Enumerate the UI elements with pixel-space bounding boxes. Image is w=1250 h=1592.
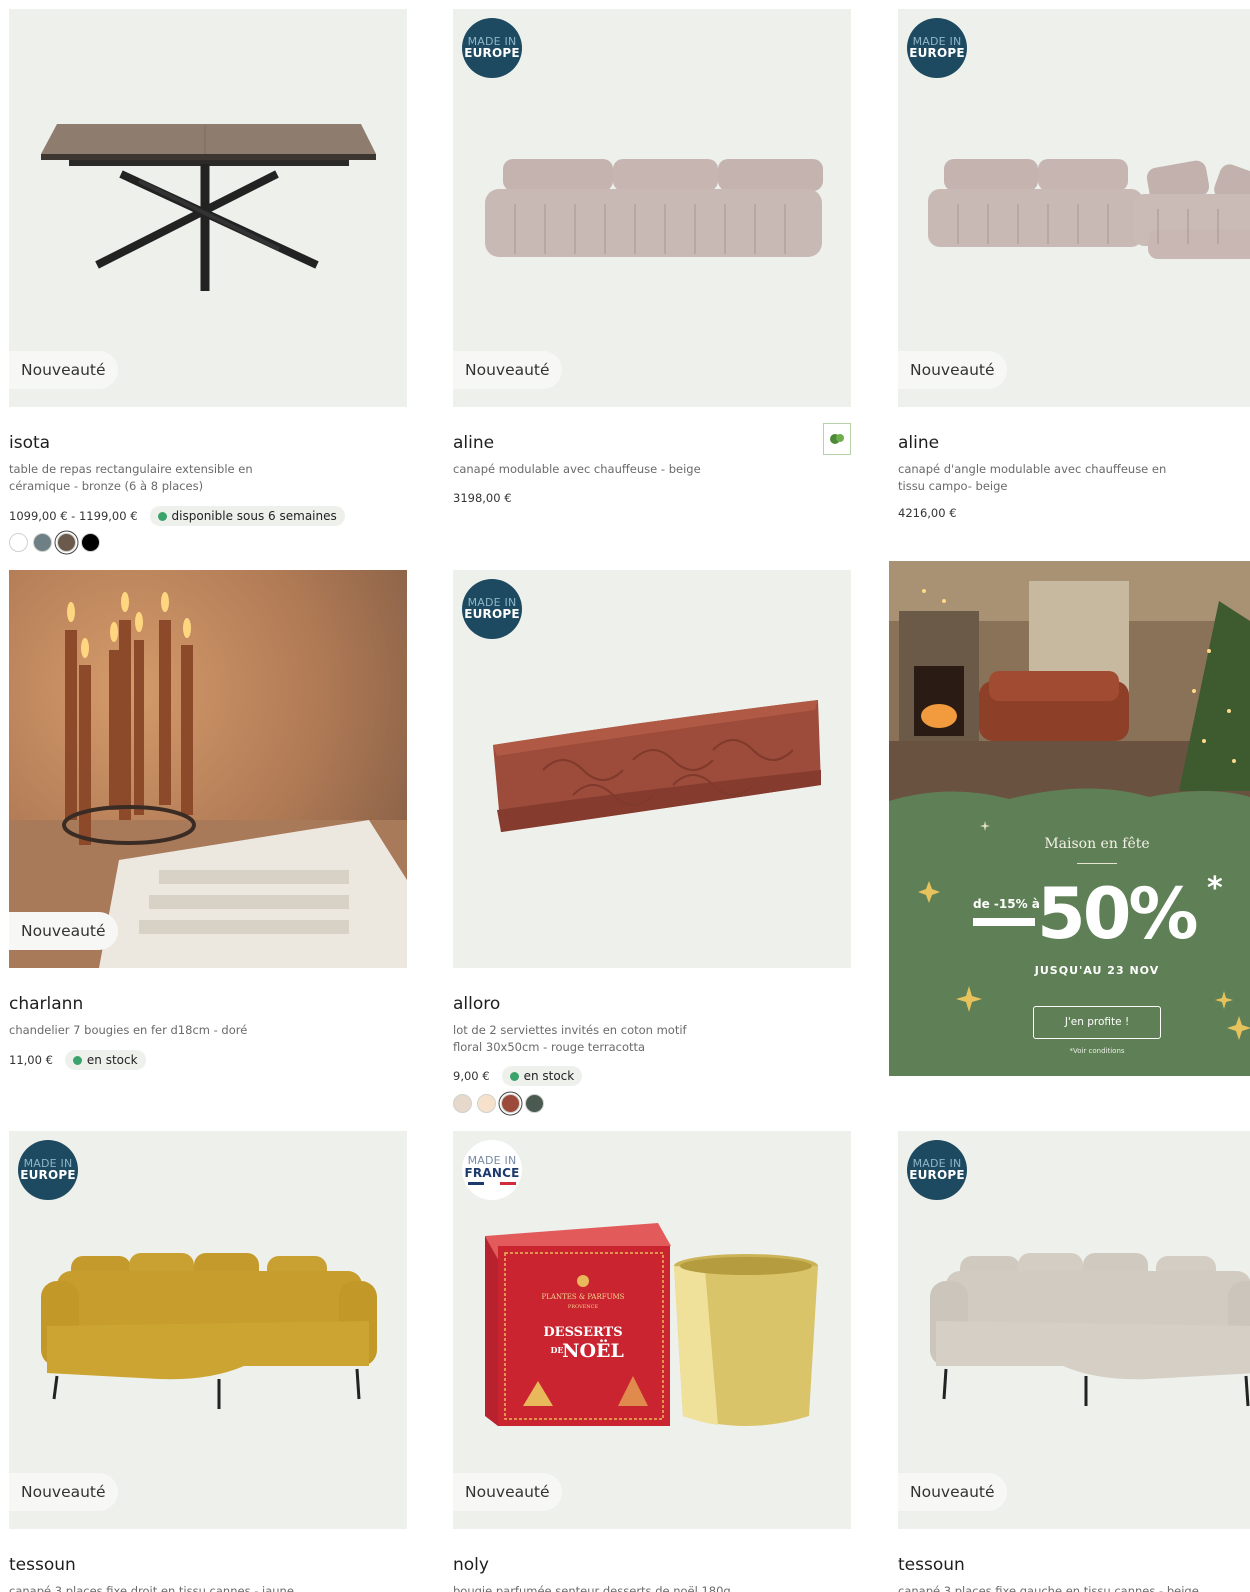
color-swatch-cream[interactable] [477,1094,496,1113]
promo-minus-sign [973,918,1035,926]
product-name[interactable]: aline [898,433,939,453]
new-badge: Nouveauté [898,1473,1007,1511]
price-row: 1099,00 € - 1199,00 € disponible sous 6 … [9,506,345,526]
color-swatch-white[interactable] [9,533,28,552]
made-in-region: EUROPE [909,1168,965,1183]
color-swatches [9,533,100,552]
promo-cta-button[interactable]: J'en profite ! [1033,1006,1161,1039]
candle-brand-sub: PROVENCE [568,1304,599,1310]
availability-dot-icon [509,1071,519,1081]
promo-until: JUSQU'AU 23 NOV [1034,964,1160,977]
product-price: 1099,00 € - 1199,00 € [9,509,138,523]
made-in-europe-badge: MADE IN EUROPE [907,18,967,78]
product-image[interactable] [9,570,407,968]
promo-content: Maison en fête de -15% à 50% * JUSQU'AU … [889,561,1250,1076]
candle-title-2: NOËL [562,1339,624,1362]
product-price: 3198,00 € [453,491,512,505]
product-name[interactable]: isota [9,433,50,453]
availability-text: en stock [86,1053,138,1067]
promo-title: Maison en fête [1044,836,1150,852]
promo-asterisk: * [1207,871,1223,906]
price-row: 3198,00 € [453,491,512,505]
made-in-region: EUROPE [909,46,965,61]
candle-chandelier-image [9,570,407,968]
product-card-aline[interactable]: MADE IN EUROPE Nouveauté aline canapé mo… [453,9,851,509]
product-image[interactable] [9,9,407,407]
product-card-tessoun-yellow[interactable]: MADE IN EUROPE Nouveauté tessoun canapé … [9,1131,407,1592]
product-card-alloro[interactable]: MADE IN EUROPE alloro lot de 2 serviette… [453,570,851,1115]
pefc-icon [823,423,851,455]
availability-dot-icon [72,1055,82,1065]
product-description[interactable]: canapé d'angle modulable avec chauffeuse… [898,461,1188,494]
made-in-france-badge: MADE IN FRANCE [462,1140,522,1200]
made-in-europe-badge: MADE IN EUROPE [907,1140,967,1200]
color-swatch-sand[interactable] [453,1094,472,1113]
made-in-region: FRANCE [464,1165,520,1180]
color-swatch-black[interactable] [81,533,100,552]
availability-text: en stock [523,1069,575,1083]
new-badge: Nouveauté [9,912,118,950]
product-image[interactable]: MADE IN EUROPE [9,1131,407,1529]
made-in-region: EUROPE [20,1168,76,1183]
availability-badge: en stock [501,1066,583,1086]
product-description[interactable]: canapé modulable avec chauffeuse - beige [453,461,723,478]
color-swatch-bronze[interactable] [57,533,76,552]
product-name[interactable]: alloro [453,994,500,1014]
product-price: 4216,00 € [898,506,957,520]
promo-from-text: de -15% à [973,897,1040,911]
color-swatches [453,1094,544,1113]
product-description[interactable]: table de repas rectangulaire extensible … [9,461,279,494]
new-badge: Nouveauté [9,351,118,389]
candle-title-1: DESSERTS [543,1325,622,1340]
product-image[interactable]: MADE IN EUROPE [898,9,1250,407]
product-image[interactable]: MADE IN EUROPE [898,1131,1250,1529]
new-badge: Nouveauté [453,351,562,389]
promo-divider [1077,863,1117,864]
product-card-noly[interactable]: PLANTES & PARFUMS PROVENCE DESSERTS DE N… [453,1131,851,1592]
made-in-region: EUROPE [464,607,520,622]
product-price: 9,00 € [453,1069,490,1083]
product-image[interactable]: MADE IN EUROPE [453,570,851,968]
product-image[interactable]: PLANTES & PARFUMS PROVENCE DESSERTS DE N… [453,1131,851,1529]
promo-percent: 50% [1037,873,1199,955]
price-row: 11,00 € en stock [9,1050,146,1070]
product-description[interactable]: bougie parfumée senteur desserts de noël… [453,1583,773,1592]
made-in-europe-badge: MADE IN EUROPE [462,579,522,639]
product-name[interactable]: tessoun [898,1555,965,1575]
availability-badge: en stock [64,1050,146,1070]
product-description[interactable]: canapé 3 places fixe droit en tissu cann… [9,1583,329,1592]
new-badge: Nouveauté [453,1473,562,1511]
price-row: 4216,00 € [898,506,957,520]
product-card-charlann[interactable]: Nouveauté charlann chandelier 7 bougies … [9,570,407,1070]
product-price: 11,00 € [9,1053,53,1067]
product-image[interactable]: MADE IN EUROPE [453,9,851,407]
availability-text: disponible sous 6 semaines [171,509,337,523]
product-name[interactable]: aline [453,433,494,453]
price-row: 9,00 € en stock [453,1066,583,1086]
made-in-europe-badge: MADE IN EUROPE [462,18,522,78]
candle-brand: PLANTES & PARFUMS [542,1293,625,1301]
french-flag-icon [468,1181,516,1185]
product-description[interactable]: lot de 2 serviettes invités en coton mot… [453,1022,713,1055]
promo-banner[interactable]: Maison en fête de -15% à 50% * JUSQU'AU … [889,561,1250,1076]
new-badge: Nouveauté [9,1473,118,1511]
color-swatch-terracotta[interactable] [501,1094,520,1113]
product-card-aline-angle[interactable]: MADE IN EUROPE Nouveauté aline canapé d'… [898,9,1250,529]
color-swatch-grey[interactable] [33,533,52,552]
made-in-europe-badge: MADE IN EUROPE [18,1140,78,1200]
product-description[interactable]: canapé 3 places fixe gauche en tissu can… [898,1583,1218,1592]
product-card-isota[interactable]: Nouveauté isota table de repas rectangul… [9,9,407,552]
product-name[interactable]: tessoun [9,1555,76,1575]
color-swatch-dark-green[interactable] [525,1094,544,1113]
promo-conditions[interactable]: *Voir conditions [889,1047,1250,1055]
dining-table-image [41,124,376,291]
availability-badge: disponible sous 6 semaines [149,506,345,526]
product-description[interactable]: chandelier 7 bougies en fer d18cm - doré [9,1022,279,1039]
product-name[interactable]: charlann [9,994,83,1014]
new-badge: Nouveauté [898,351,1007,389]
made-in-region: EUROPE [464,46,520,61]
availability-dot-icon [157,511,167,521]
product-name[interactable]: noly [453,1555,489,1575]
product-card-tessoun-beige[interactable]: MADE IN EUROPE Nouveauté tessoun canapé … [898,1131,1250,1592]
